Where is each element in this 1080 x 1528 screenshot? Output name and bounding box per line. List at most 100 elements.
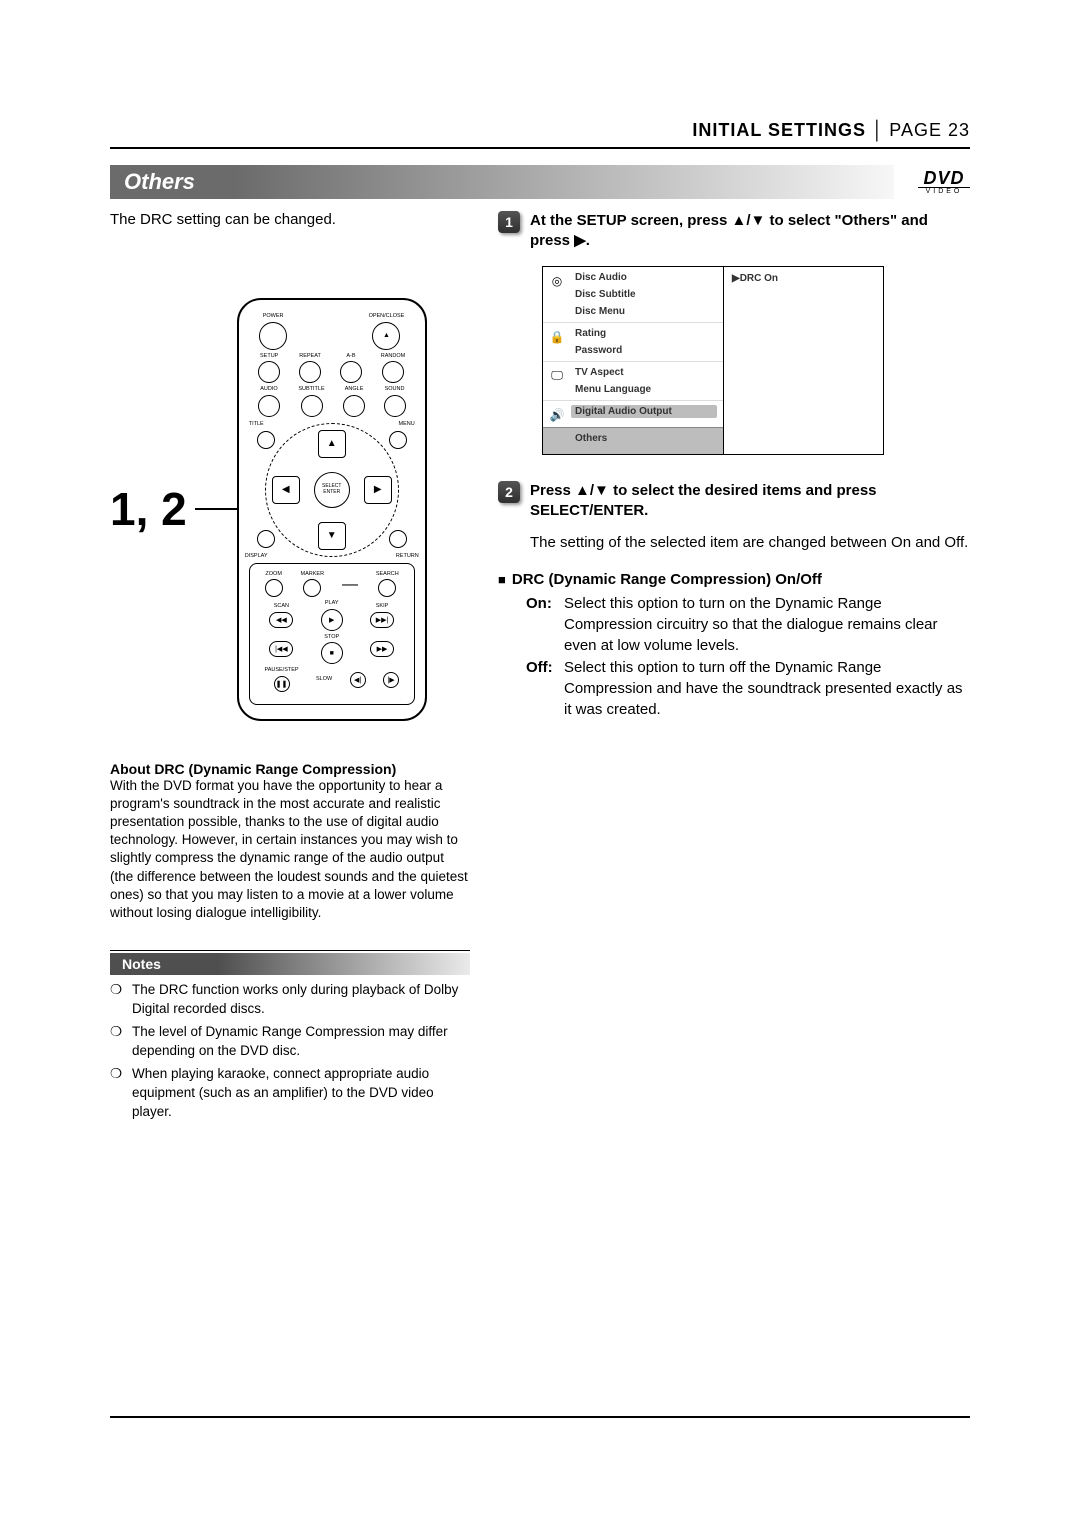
power-label: POWER <box>263 314 284 320</box>
step-1-part1: At the SETUP screen, press <box>530 212 731 229</box>
note-bullet-icon: ❍ <box>110 1065 122 1122</box>
play-button-icon: ▶ <box>321 609 343 631</box>
dpad-down-icon: ▼ <box>318 522 346 550</box>
note-text: The level of Dynamic Range Compression m… <box>132 1023 470 1061</box>
step-1-arrows: ▲/▼ <box>731 212 765 229</box>
step-2-sub: The setting of the selected item are cha… <box>530 533 970 553</box>
osd-group-lock: 🔒 Rating Password <box>543 322 723 361</box>
notes-top-rule <box>110 950 470 951</box>
dpad-area: TITLE MENU DISPLAY RETURN ▲ ▼ ◀ ▶ <box>255 423 409 557</box>
openclose-label: OPEN/CLOSE <box>369 314 405 320</box>
skip-fwd-button-icon: ▶▶| <box>370 612 394 628</box>
note-text: When playing karaoke, connect appropriat… <box>132 1065 470 1122</box>
remote-control-illustration: POWER OPEN/CLOSE▲ SETUP REPEAT A-B RANDO… <box>237 298 427 721</box>
dpad-right-icon: ▶ <box>364 476 392 504</box>
step-1-part3: . <box>586 232 590 249</box>
drc-heading-text: DRC (Dynamic Range Compression) On/Off <box>512 571 822 588</box>
osd-group-display: 🖵 TV Aspect Menu Language <box>543 361 723 400</box>
osd-item: Password <box>571 344 717 357</box>
disc-icon: ◎ <box>549 273 565 289</box>
title-row: Others DVD VIDEO <box>110 165 970 199</box>
note-bullet-icon: ❍ <box>110 1023 122 1061</box>
osd-group-audio: 🔊 Digital Audio Output <box>543 400 723 427</box>
drc-off-label: Off: <box>526 658 560 720</box>
osd-item: Rating <box>571 327 717 340</box>
openclose-button-icon: ▲ <box>372 322 400 350</box>
step-2-part1: Press <box>530 482 575 499</box>
setup-osd: ◎ Disc Audio Disc Subtitle Disc Menu 🔒 R… <box>542 266 884 455</box>
osd-right-value: ▶DRC On <box>732 273 875 284</box>
step-2-text: Press ▲/▼ to select the desired items an… <box>530 481 970 522</box>
step-1-badge: 1 <box>498 211 520 233</box>
repeat-button-icon <box>299 361 321 383</box>
dvd-logo-bottom: VIDEO <box>918 188 970 195</box>
black-square-icon: ■ <box>498 572 506 587</box>
marker-button-icon <box>303 579 321 597</box>
content-columns: The DRC setting can be changed. 1, 2 POW… <box>110 211 970 1125</box>
note-bullet-icon: ❍ <box>110 981 122 1019</box>
note-text: The DRC function works only during playb… <box>132 981 470 1019</box>
audio-label: AUDIO <box>260 387 277 393</box>
menu-button-icon <box>389 431 407 449</box>
pause-button-icon: ❚❚ <box>274 676 290 692</box>
drc-heading: ■ DRC (Dynamic Range Compression) On/Off <box>498 571 970 588</box>
subtitle-button-icon <box>301 395 323 417</box>
angle-label: ANGLE <box>345 387 364 393</box>
remote-callout: 1, 2 POWER OPEN/CLOSE▲ SETUP REPEAT A-B … <box>110 298 470 721</box>
notes-heading: Notes <box>110 953 470 975</box>
about-drc-heading: About DRC (Dynamic Range Compression) <box>110 761 470 777</box>
left-column: The DRC setting can be changed. 1, 2 POW… <box>110 211 470 1125</box>
skip-next-button-icon: ▶▶ <box>370 641 394 657</box>
osd-group-disc: ◎ Disc Audio Disc Subtitle Disc Menu <box>543 267 723 322</box>
title-button-icon <box>257 431 275 449</box>
zoom-button-icon <box>265 579 283 597</box>
pausestep-label: PAUSE/STEP <box>264 668 298 674</box>
scan-label: SCAN <box>274 604 289 610</box>
remote-callout-label: 1, 2 <box>110 482 187 536</box>
sound-label: SOUND <box>385 387 405 393</box>
marker-label: MARKER <box>301 572 325 578</box>
osd-item: TV Aspect <box>571 366 717 379</box>
osd-item-selected: Others <box>571 432 717 445</box>
audio-button-icon <box>258 395 280 417</box>
drc-options: On: Select this option to turn on the Dy… <box>526 594 970 720</box>
random-button-icon <box>382 361 404 383</box>
stop-label: STOP <box>324 635 339 641</box>
page-header: INITIAL SETTINGS │ PAGE 23 <box>110 120 970 149</box>
menu-label: MENU <box>399 421 415 427</box>
scan-fwd-button-icon: |◀◀ <box>269 641 293 657</box>
title-label: TITLE <box>249 421 264 427</box>
header-page: PAGE 23 <box>889 120 970 141</box>
note-item: ❍ The level of Dynamic Range Compression… <box>110 1023 470 1061</box>
note-item: ❍ The DRC function works only during pla… <box>110 981 470 1019</box>
notes-list: ❍ The DRC function works only during pla… <box>110 975 470 1121</box>
return-label: RETURN <box>396 553 419 559</box>
osd-item: Disc Menu <box>571 305 717 318</box>
dvd-video-logo: DVD VIDEO <box>918 169 970 196</box>
tv-icon: 🖵 <box>549 368 565 384</box>
intro-text: The DRC setting can be changed. <box>110 211 470 228</box>
power-button-icon <box>259 322 287 350</box>
osd-item: Disc Audio <box>571 271 717 284</box>
drc-off-text: Select this option to turn off the Dynam… <box>564 658 970 720</box>
dpad-left-icon: ◀ <box>272 476 300 504</box>
search-button-icon <box>378 579 396 597</box>
slow-back-button-icon: ◀| <box>350 672 366 688</box>
about-drc-body: With the DVD format you have the opportu… <box>110 777 470 923</box>
osd-left-panel: ◎ Disc Audio Disc Subtitle Disc Menu 🔒 R… <box>543 267 724 454</box>
slow-label: SLOW <box>316 677 332 683</box>
step-1-text: At the SETUP screen, press ▲/▼ to select… <box>530 211 970 252</box>
display-button-icon <box>257 530 275 548</box>
subtitle-label: SUBTITLE <box>298 387 324 393</box>
drc-on-text: Select this option to turn on the Dynami… <box>564 594 970 656</box>
stop-button-icon: ■ <box>321 642 343 664</box>
step-2-badge: 2 <box>498 481 520 503</box>
page: INITIAL SETTINGS │ PAGE 23 Others DVD VI… <box>0 0 1080 1528</box>
note-item: ❍ When playing karaoke, connect appropri… <box>110 1065 470 1122</box>
notes-box: Notes ❍ The DRC function works only duri… <box>110 950 470 1121</box>
setup-button-icon <box>258 361 280 383</box>
sound-button-icon <box>384 395 406 417</box>
zoom-label: ZOOM <box>265 572 282 578</box>
skip-label: SKIP <box>376 604 389 610</box>
search-label: SEARCH <box>376 572 399 578</box>
